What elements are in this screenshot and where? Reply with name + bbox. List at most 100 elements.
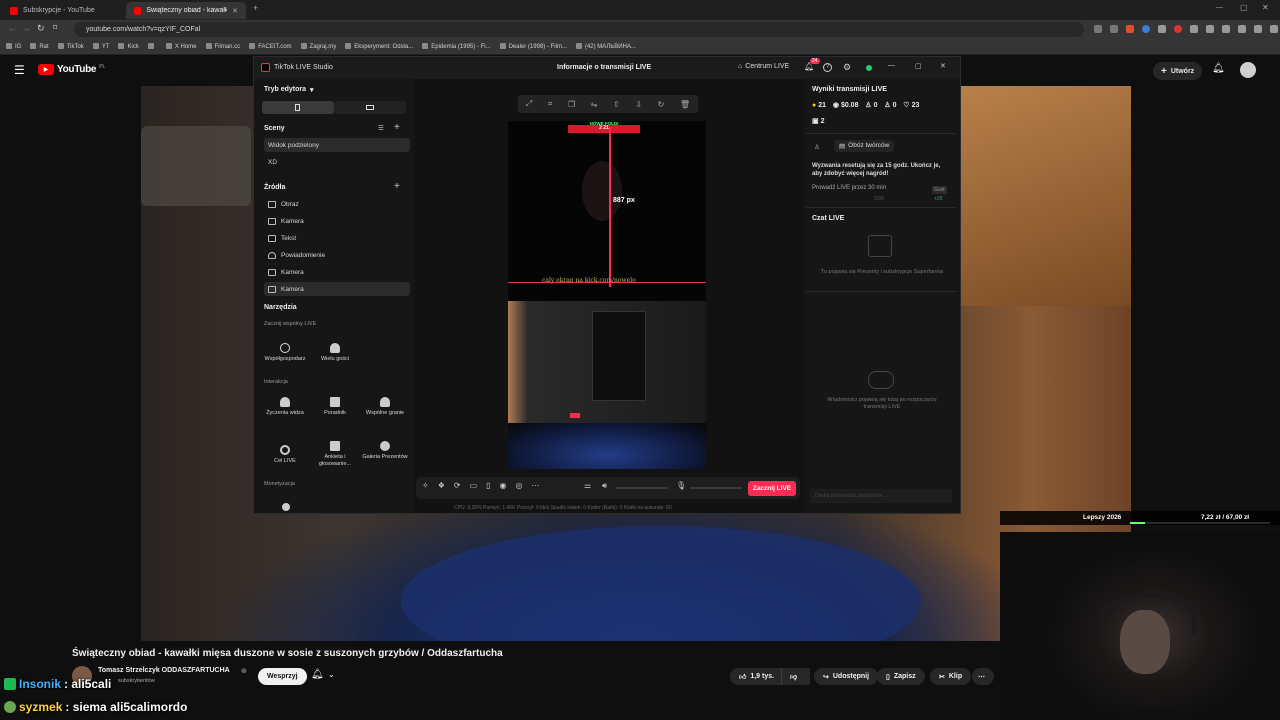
extension-icon[interactable] [1174, 25, 1182, 33]
add-source-icon[interactable]: + [394, 181, 400, 192]
flip-icon[interactable]: ⇋ [591, 100, 598, 109]
bookmark-item[interactable]: TikTok [58, 43, 84, 50]
stream-preview[interactable]: NOWE FOLDI 2 21 887 px caly ekran na kic… [508, 121, 706, 469]
help-icon[interactable]: ? [823, 63, 832, 72]
delete-icon[interactable]: 🗑︎ [680, 100, 690, 109]
live-center-button[interactable]: ⌂ Centrum LIVE [738, 63, 789, 70]
volume-slider[interactable] [616, 487, 668, 489]
bookmark-item[interactable]: FACEIT.com [249, 43, 291, 50]
reload-icon[interactable]: ↻ [37, 23, 45, 34]
magic-wand-icon[interactable]: ✧ [422, 481, 429, 490]
youtube-logo[interactable]: ▶ YouTube PL [38, 64, 105, 75]
scene-item[interactable]: Widok podzielony [264, 138, 410, 152]
more-icon[interactable]: ⋯ [532, 481, 540, 490]
extension-icon[interactable] [1270, 25, 1278, 33]
extension-icon[interactable] [1142, 25, 1150, 33]
support-button[interactable]: Wesprzyj [258, 668, 307, 685]
maximize-window-icon[interactable]: ▢ [1240, 3, 1248, 12]
crop-icon[interactable]: ⌗ [548, 99, 553, 109]
cohost-tool[interactable]: Współgospodarz [260, 343, 310, 363]
hamburger-menu-icon[interactable]: ☰ [14, 63, 25, 77]
extension-icon[interactable] [1254, 25, 1262, 33]
tab-current-video[interactable]: Świąteczny obiad - kawałki mięs ✕ [126, 2, 246, 19]
layer-up-icon[interactable]: ⇧ [613, 100, 620, 109]
stream-info-title[interactable]: Informacje o transmisji LIVE [557, 64, 651, 71]
scene-list-icon[interactable]: ☰ [378, 124, 384, 132]
extension-icon[interactable] [1110, 25, 1118, 33]
new-tab-icon[interactable]: + [253, 3, 258, 13]
user-icon[interactable]: ♙ [814, 143, 820, 151]
notification-bell-icon[interactable]: 🔔︎ [311, 669, 324, 680]
source-item[interactable]: Powiadomienie [264, 248, 410, 262]
chevron-down-icon[interactable]: ⌄ [328, 670, 335, 679]
extension-icon[interactable] [1190, 25, 1198, 33]
notifications-bell-icon[interactable]: 🔔︎ [1212, 63, 1225, 74]
volume-icon[interactable]: 🔊︎ [602, 481, 607, 491]
clip-button[interactable]: ✂ Klip [930, 668, 972, 685]
close-tab-icon[interactable]: ✕ [232, 7, 238, 15]
heart-icon[interactable] [282, 503, 290, 511]
live-goal-tool[interactable]: Cel LIVE [260, 445, 310, 465]
avatar[interactable] [1240, 62, 1256, 78]
add-scene-icon[interactable]: + [394, 122, 400, 133]
microphone-slider[interactable] [690, 487, 742, 489]
microphone-icon[interactable]: 🎙︎ [676, 481, 686, 490]
url-input[interactable]: youtube.com/watch?v=qzYIF_COFal [74, 22, 1084, 37]
phone-icon[interactable]: ▯ [486, 481, 490, 490]
save-button[interactable]: ▯ Zapisz [877, 668, 925, 685]
bookmark-item[interactable]: (42) МАЛЬВИНА... [576, 43, 636, 50]
rotate-icon[interactable]: ↻ [658, 100, 665, 109]
bookmark-item[interactable] [148, 43, 157, 50]
poll-tool[interactable]: Ankieta i głosowanie... [310, 441, 360, 467]
create-button[interactable]: + Utwórz [1153, 62, 1203, 80]
source-item[interactable]: Obraz [264, 197, 410, 211]
refresh-icon[interactable]: ⟳ [454, 481, 461, 490]
forward-icon[interactable]: → [22, 23, 31, 33]
record-icon[interactable]: ◉ [500, 481, 507, 490]
share-button[interactable]: ↪ Udostępnij [814, 668, 879, 685]
bookmark-item[interactable]: IG [6, 43, 21, 50]
fit-icon[interactable]: ⤢ [526, 99, 532, 109]
layer-down-icon[interactable]: ⇩ [635, 100, 642, 109]
creators-camp-button[interactable]: ▤ Obóz twórców [834, 140, 895, 152]
extension-icon[interactable] [1222, 25, 1230, 33]
source-item[interactable]: Kamera [264, 265, 410, 279]
gift-gallery-tool[interactable]: Galeria Prezentów [360, 441, 410, 461]
effects-icon[interactable]: ❖ [438, 481, 445, 490]
landscape-mode-toggle[interactable] [334, 101, 406, 114]
bookmark-item[interactable]: Rat [30, 43, 48, 50]
bookmark-item[interactable]: Zagraj.my [301, 43, 337, 50]
bookmark-icon[interactable]: ⌑ [53, 23, 57, 32]
maximize-icon[interactable]: ▢ [915, 62, 922, 70]
editor-mode-dropdown[interactable]: Tryb edytora ▾ [264, 86, 314, 94]
source-item[interactable]: Kamera [264, 214, 410, 228]
bookmark-item[interactable]: YT [93, 43, 110, 50]
bookmark-item[interactable]: Dealer (1998) - Film... [500, 43, 567, 50]
tab-subscriptions[interactable]: Subskrypcje - YouTube [2, 2, 124, 19]
scene-item[interactable]: XD [264, 155, 410, 169]
guide-tool[interactable]: Poradnik [310, 397, 360, 417]
copy-icon[interactable]: ❐ [568, 100, 575, 109]
source-item[interactable]: Kamera [264, 282, 410, 296]
go-live-button[interactable]: Zacznij LIVE [748, 481, 796, 496]
more-actions-button[interactable]: ⋯ [972, 668, 994, 685]
target-icon[interactable]: ◎ [516, 481, 523, 490]
screen-icon[interactable]: ▭ [470, 481, 478, 490]
bookmark-item[interactable]: Epidemia (1995) - Fi... [422, 43, 490, 50]
close-window-icon[interactable]: ✕ [1262, 3, 1269, 12]
multi-guest-tool[interactable]: Wielu gości [310, 343, 360, 363]
bookmark-item[interactable]: Filman.cc [206, 43, 241, 50]
viewer-wishes-tool[interactable]: Życzenia widza [260, 397, 310, 417]
link-icon[interactable] [1238, 25, 1246, 33]
close-icon[interactable]: ✕ [940, 62, 946, 70]
bookmark-item[interactable]: Kick [118, 43, 138, 50]
channel-name[interactable]: Tomasz Strzelczyk ODDASZFARTUCHA [98, 667, 230, 674]
comment-input[interactable]: Dodaj komentarz publicznie... [810, 489, 952, 503]
minimize-icon[interactable]: — [888, 62, 895, 69]
mixer-icon[interactable]: ⚌ [584, 481, 591, 490]
extension-icon[interactable] [1158, 25, 1166, 33]
minimize-window-icon[interactable]: — [1216, 4, 1223, 11]
source-item[interactable]: Tekst [264, 231, 410, 245]
portrait-mode-toggle[interactable] [262, 101, 334, 114]
bookmark-item[interactable]: Eksperyment: Odsła... [345, 43, 413, 50]
